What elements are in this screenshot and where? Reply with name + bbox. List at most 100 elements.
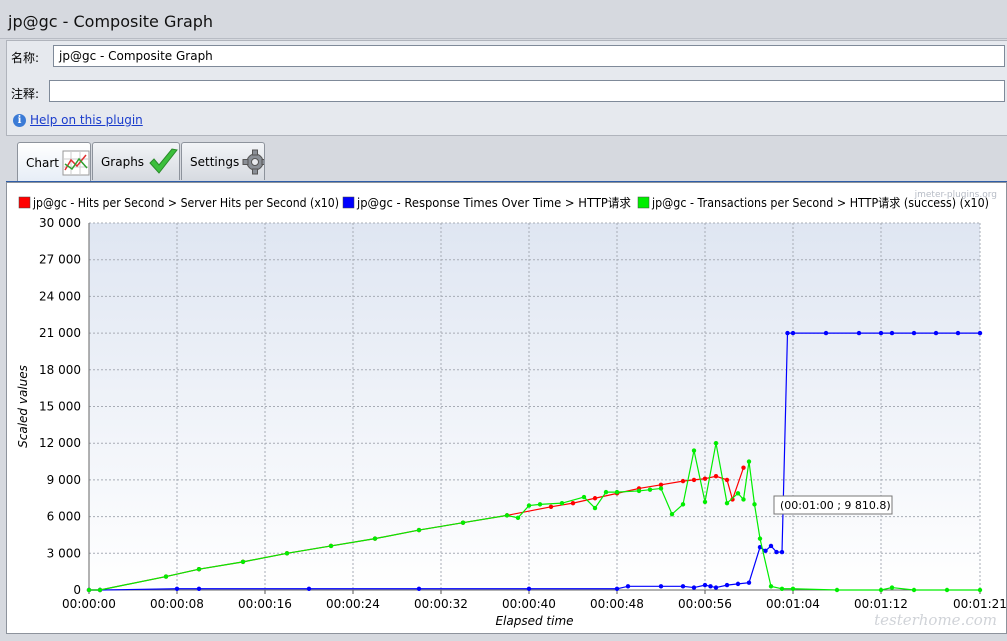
x-tick-label: 00:00:16 (238, 597, 292, 611)
x-tick-label: 00:00:48 (590, 597, 644, 611)
data-point (306, 586, 312, 591)
data-point (196, 586, 202, 591)
data-point (977, 330, 983, 336)
x-tick-label: 00:01:04 (766, 597, 820, 611)
y-axis-title: Scaled values (16, 365, 30, 448)
data-point (741, 465, 746, 470)
y-tick-label: 24 000 (39, 289, 81, 303)
x-tick-label: 00:00:00 (62, 597, 116, 611)
data-point (581, 494, 587, 500)
data-point (548, 504, 554, 510)
data-point (636, 488, 642, 494)
data-point (504, 513, 510, 518)
data-point (741, 497, 746, 502)
data-point (372, 536, 378, 541)
data-point (240, 559, 246, 565)
data-point (955, 330, 961, 336)
tab-graphs[interactable]: Graphs (92, 142, 180, 180)
data-point (614, 586, 620, 591)
data-point (977, 587, 983, 593)
name-field[interactable]: jp@gc - Composite Graph (53, 45, 1005, 67)
tab-chart-label: Chart (26, 155, 59, 170)
help-link-label: Help on this plugin (30, 113, 143, 127)
data-point (460, 520, 466, 525)
legend-entry-label: jp@gc - Response Times Over Time > HTTP请… (356, 196, 631, 210)
data-point (724, 477, 730, 483)
help-link[interactable]: i Help on this plugin (13, 113, 143, 127)
data-point (680, 502, 686, 507)
name-label: 名称: (11, 51, 40, 65)
data-point (680, 584, 686, 589)
data-point (785, 330, 790, 336)
data-point (708, 584, 713, 589)
data-point (724, 500, 730, 506)
chart-legend: jp@gc - Hits per Second > Server Hits pe… (18, 196, 989, 210)
legend-swatch (342, 196, 355, 209)
y-tick-label: 9 000 (47, 473, 81, 487)
data-point (702, 582, 708, 588)
data-point (537, 502, 543, 507)
data-point (658, 486, 664, 491)
data-point (746, 580, 752, 585)
data-point (526, 586, 532, 591)
data-point (823, 330, 829, 336)
y-tick-label: 21 000 (39, 326, 81, 340)
legend-entry-label: jp@gc - Hits per Second > Server Hits pe… (32, 196, 339, 210)
data-point (757, 536, 763, 541)
data-point (196, 567, 202, 572)
data-point (163, 574, 169, 579)
y-tick-label: 6 000 (47, 510, 81, 524)
data-point (603, 489, 609, 495)
data-point (763, 548, 768, 554)
data-point (735, 491, 741, 496)
composite-chart: jp@gc - Hits per Second > Server Hits pe… (16, 190, 1006, 629)
data-point (878, 330, 884, 336)
data-point (933, 330, 939, 336)
y-tick-label: 18 000 (39, 363, 81, 377)
chart-icon (62, 150, 90, 175)
data-point (669, 511, 675, 517)
data-point (625, 584, 631, 589)
y-tick-label: 30 000 (39, 216, 81, 230)
tab-chart[interactable]: Chart (17, 142, 91, 182)
data-point (774, 549, 779, 555)
data-point (856, 330, 862, 336)
data-point (416, 527, 422, 533)
legend-swatch (18, 196, 31, 209)
comment-field[interactable] (49, 80, 1005, 102)
legend-swatch (637, 196, 650, 209)
data-point (515, 515, 521, 521)
data-point (779, 549, 785, 555)
y-tick-label: 27 000 (39, 253, 81, 267)
tab-graphs-label: Graphs (101, 154, 145, 169)
data-point (735, 581, 741, 587)
x-tick-label: 00:01:21 (953, 597, 1006, 611)
tooltip-text: (00:01:00 ; 9 810.8) (780, 499, 891, 512)
x-tick-label: 00:00:40 (502, 597, 556, 611)
tab-settings[interactable]: Settings (181, 142, 265, 180)
data-point (746, 459, 752, 464)
properties-form: 名称: jp@gc - Composite Graph 注释: i Help o… (6, 40, 1007, 136)
data-point (911, 330, 917, 336)
data-point (779, 586, 785, 591)
data-point (889, 330, 895, 336)
data-point (768, 543, 774, 549)
y-tick-label: 12 000 (39, 436, 81, 450)
x-axis-title: Elapsed time (495, 614, 573, 628)
x-tick-label: 00:00:32 (414, 597, 468, 611)
x-tick-label: 00:00:24 (326, 597, 380, 611)
data-point (889, 585, 895, 590)
watermark-text: jmeter-plugins.org (914, 190, 997, 200)
data-point (592, 505, 598, 511)
data-point (559, 500, 565, 506)
info-icon: i (13, 113, 26, 127)
data-point (284, 551, 290, 556)
window-title: jp@gc - Composite Graph (8, 12, 214, 31)
tab-settings-label: Settings (190, 154, 240, 169)
data-point (878, 587, 884, 593)
data-point (691, 448, 697, 453)
y-tick-label: 15 000 (39, 400, 81, 414)
data-point (614, 489, 620, 495)
data-point (647, 487, 653, 492)
data-point (752, 502, 757, 507)
